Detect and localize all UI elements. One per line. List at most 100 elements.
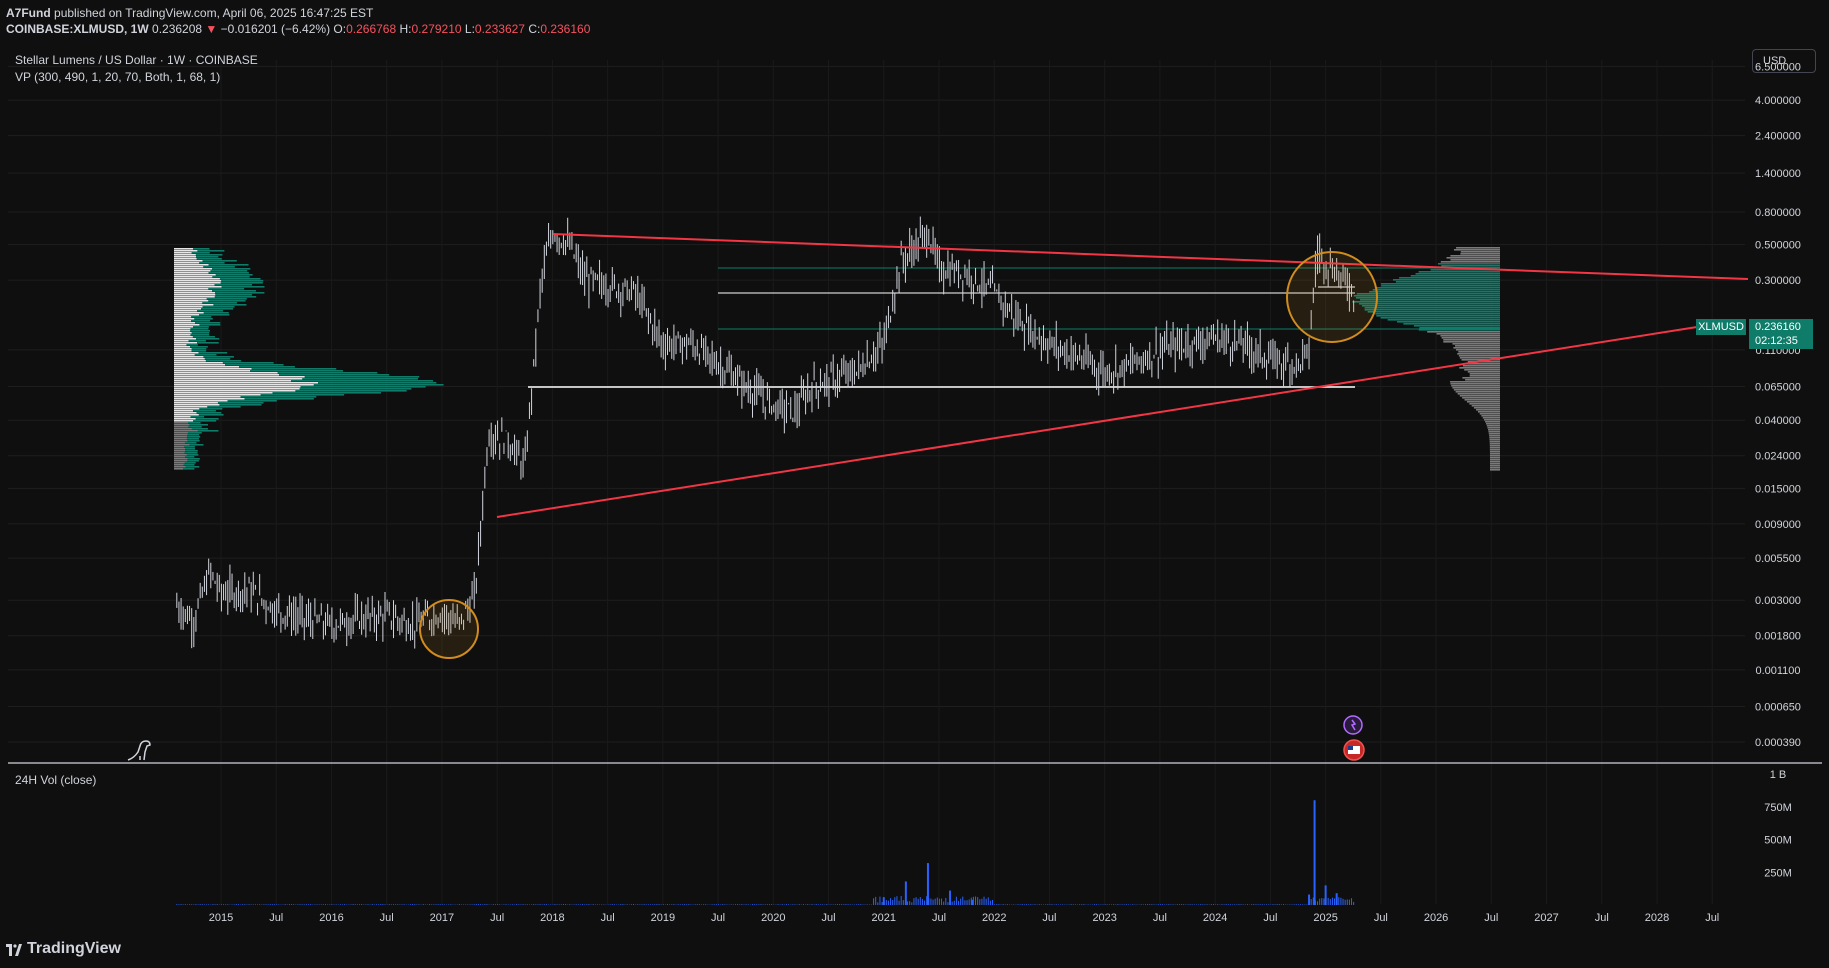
- volume-profile-row: [174, 310, 198, 312]
- volume-profile-row: [207, 406, 241, 408]
- volume-profile-row: [302, 378, 418, 380]
- volume-profile-row: [174, 372, 278, 374]
- volume-profile-row: [239, 366, 295, 368]
- volume-profile-row: [174, 456, 186, 458]
- volume-profile-row: [174, 424, 190, 426]
- price-tick-label: 0.000390: [1755, 737, 1801, 749]
- volume-profile-row: [227, 400, 277, 402]
- volume-profile-row: [174, 358, 205, 360]
- volume-profile-row: [174, 284, 215, 286]
- volume-profile-row: [195, 254, 223, 256]
- volume-profile-row: [191, 332, 210, 334]
- volume-profile-row: [190, 334, 210, 336]
- volume-profile-row: [1387, 319, 1500, 321]
- volume-profile-row: [1489, 457, 1500, 459]
- tradingview-brand[interactable]: TradingView: [6, 940, 121, 958]
- volume-profile-row: [217, 402, 264, 404]
- grid: [8, 60, 1822, 904]
- volume-profile-row: [174, 256, 197, 258]
- price-tick-label: 1.400000: [1755, 168, 1801, 180]
- last-price-tag: 0.236160 02:12:35: [1749, 319, 1813, 349]
- volume-profile-row: [1395, 281, 1500, 283]
- volume-profile-row: [188, 426, 202, 428]
- volume-profile-row: [1381, 285, 1500, 287]
- price-chart[interactable]: 6.5000004.0000002.4000001.4000000.800000…: [0, 0, 1829, 968]
- volume-profile-row: [213, 304, 247, 306]
- volume-profile-row: [1489, 461, 1500, 463]
- volume-profile-row: [174, 466, 186, 468]
- volume-bars: [176, 800, 1355, 905]
- volume-profile-row: [220, 282, 263, 284]
- volume-profile-row: [174, 402, 218, 404]
- volume-profile-row: [244, 398, 314, 400]
- volume-profile-row: [1455, 391, 1500, 393]
- volume-profile-row: [1440, 261, 1500, 263]
- volume-pane-label[interactable]: 24H Vol (close): [15, 773, 96, 787]
- volume-profile-row: [174, 392, 273, 394]
- chart-legend-title[interactable]: Stellar Lumens / US Dollar · 1W · COINBA…: [15, 53, 258, 67]
- volume-profile-row: [194, 322, 221, 324]
- volume-profile-row: [318, 382, 437, 384]
- currency-button[interactable]: USD: [1752, 49, 1816, 73]
- volume-profile-row: [1482, 417, 1500, 419]
- volume-profile-row: [208, 264, 249, 266]
- time-tick-label: 2016: [319, 912, 343, 924]
- time-tick-label: Jul: [1042, 912, 1056, 924]
- volume-profile-row: [193, 420, 217, 422]
- volume-profile-row: [174, 442, 185, 444]
- volume-profile-row: [1460, 251, 1500, 253]
- volume-profile-left: [174, 248, 444, 470]
- volume-profile-row: [1436, 333, 1500, 335]
- volume-profile-row: [203, 356, 234, 358]
- volume-profile-row: [174, 316, 192, 318]
- volume-profile-row: [212, 290, 257, 292]
- volume-profile-row: [196, 412, 222, 414]
- volume-profile-row: [221, 280, 264, 282]
- volume-profile-row: [208, 288, 245, 290]
- volume-profile-row: [191, 320, 211, 322]
- volume-profile-row: [199, 324, 221, 326]
- highlight-circles: [419, 251, 1378, 659]
- volume-profile-row: [187, 458, 200, 460]
- volume-profile-row: [174, 454, 187, 456]
- volume-profile-row: [1437, 263, 1500, 265]
- volume-profile-row: [1477, 411, 1500, 413]
- volume-profile-row: [174, 366, 240, 368]
- volume-profile-row: [195, 338, 220, 340]
- volume-profile-row: [174, 298, 207, 300]
- us-flag-event-icon: [1343, 739, 1365, 761]
- symbol-price-tag: XLMUSD: [1696, 319, 1746, 335]
- volume-profile-row: [1469, 373, 1500, 375]
- volume-profile-row: [174, 368, 252, 370]
- volume-profile-row: [190, 328, 209, 330]
- time-tick-label: 2019: [651, 912, 675, 924]
- volume-profile-row: [174, 388, 300, 390]
- volume-profile-row: [202, 260, 237, 262]
- volume-profile-row: [174, 462, 185, 464]
- volume-profile-row: [201, 308, 234, 310]
- volume-profile-row: [1460, 253, 1500, 255]
- volume-profile-row: [1476, 409, 1500, 411]
- volume-tick-label: 500M: [1764, 835, 1792, 847]
- volume-profile-row: [1452, 343, 1500, 345]
- volume-profile-row: [174, 460, 188, 462]
- volume-profile-legend[interactable]: VP (300, 490, 1, 20, 70, Both, 1, 68, 1): [15, 70, 220, 84]
- volume-profile-row: [174, 348, 192, 350]
- volume-profile-row: [1427, 331, 1500, 333]
- volume-profile-row: [193, 410, 216, 412]
- volume-profile-row: [205, 360, 242, 362]
- volume-profile-row: [174, 412, 197, 414]
- volume-profile-row: [174, 448, 186, 450]
- volume-profile-row: [174, 324, 200, 326]
- time-tick-label: 2022: [982, 912, 1006, 924]
- volume-profile-row: [212, 276, 250, 278]
- volume-profile-row: [192, 248, 210, 250]
- volume-profile-row: [250, 370, 344, 372]
- volume-profile-row: [174, 296, 215, 298]
- volume-profile-row: [222, 362, 274, 364]
- volume-profile-row: [187, 422, 201, 424]
- volume-profile-row: [174, 468, 184, 470]
- volume-profile-row: [1367, 311, 1500, 313]
- volume-tick-label: 1 B: [1770, 769, 1787, 781]
- time-tick-label: Jul: [711, 912, 725, 924]
